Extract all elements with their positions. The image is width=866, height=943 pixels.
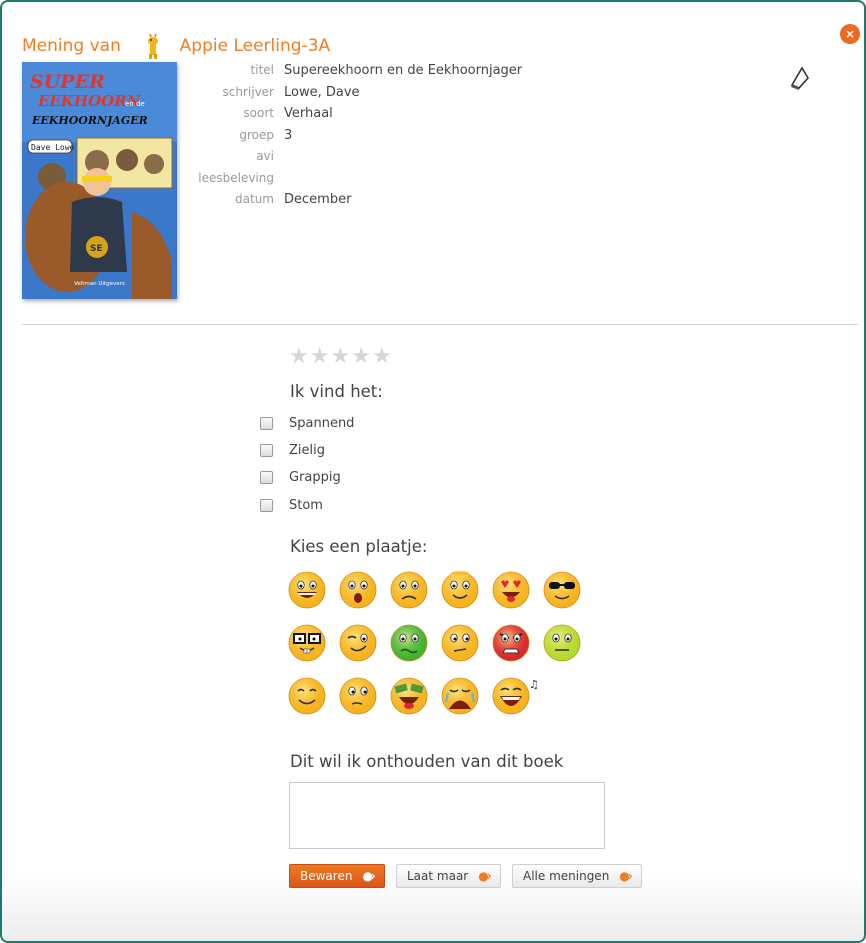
angry-face-icon[interactable] — [491, 623, 531, 663]
cancel-button-label: Laat maar — [407, 869, 469, 883]
cover-author: Dave Lowe — [31, 143, 75, 152]
meta-row-schrijver: schrijver Lowe, Dave — [192, 82, 522, 104]
save-button[interactable]: Bewaren ●› — [289, 864, 385, 888]
cover-publisher: Veltman Uitgevers — [74, 281, 125, 287]
star-icon[interactable]: ★ — [351, 344, 372, 369]
feeling-label: Stom — [289, 497, 323, 513]
save-button-label: Bewaren — [300, 869, 353, 883]
meta-label: leesbeleving — [198, 170, 274, 185]
nerd-face-icon[interactable] — [287, 623, 327, 663]
meta-row-leesbeleving: leesbeleving — [192, 168, 522, 190]
checkbox[interactable] — [260, 416, 273, 430]
meta-value: Verhaal — [284, 106, 333, 121]
meta-value: December — [284, 192, 352, 207]
meta-row-avi: avi — [192, 146, 522, 168]
star-icon[interactable]: ★ — [330, 344, 351, 369]
sick-face-icon[interactable] — [389, 623, 429, 663]
checkbox[interactable] — [260, 498, 273, 512]
arrow-right-icon: ●› — [478, 869, 491, 883]
checkbox[interactable] — [260, 470, 273, 484]
cover-title-small: en de — [125, 100, 145, 108]
meta-row-soort: soort Verhaal — [192, 103, 522, 125]
feeling-label: Grappig — [289, 469, 341, 485]
meta-row-datum: datum December — [192, 189, 522, 211]
feeling-label: Spannend — [289, 415, 355, 431]
checkbox[interactable] — [260, 443, 273, 457]
singing-face-icon[interactable]: ♫ — [491, 676, 539, 716]
worried-face-icon[interactable] — [389, 570, 429, 610]
student-name: Appie Leerling-3A — [179, 36, 331, 56]
remember-title: Dit wil ik onthouden van dit boek — [290, 752, 564, 771]
sunglasses-face-icon[interactable] — [542, 570, 582, 610]
feeling-option[interactable]: Spannend — [260, 414, 354, 432]
feelings-title: Ik vind het: — [290, 382, 383, 401]
angel-face-icon[interactable] — [440, 570, 480, 610]
book-cover: SUPER EEKHOORN en de EEKHOORNJAGER Dave … — [22, 62, 177, 299]
neutral-face-icon[interactable] — [542, 623, 582, 663]
cover-title-3: EEKHOORNJAGER — [31, 114, 148, 127]
cover-title-1: SUPER — [30, 71, 105, 93]
thinking-face-icon[interactable] — [338, 676, 378, 716]
all-opinions-button-label: Alle meningen — [523, 869, 610, 883]
book-details: titel Supereekhoorn en de Eekhoornjager sc… — [192, 60, 522, 211]
surprised-face-icon[interactable] — [338, 570, 378, 610]
meta-value: Lowe, Dave — [284, 84, 360, 100]
meta-row-titel: titel Supereekhoorn en de Eekhoornjager — [192, 60, 523, 82]
feeling-option[interactable]: Grappig — [260, 468, 341, 486]
meta-label: schrijver — [222, 84, 274, 99]
meta-label: titel — [250, 63, 274, 77]
dialog-frame: × Mening van Appie Leerling-3A SUPER EEK… — [0, 0, 866, 943]
meta-value: 3 — [284, 127, 293, 143]
crying-face-icon[interactable] — [440, 676, 480, 716]
laughing-face-icon[interactable] — [287, 570, 327, 610]
meta-label: avi — [256, 149, 274, 163]
feeling-label: Zielig — [289, 442, 325, 458]
pictures-title: Kies een plaatje: — [290, 537, 428, 556]
feeling-option[interactable]: Zielig — [260, 441, 325, 459]
cancel-button[interactable]: Laat maar ●› — [396, 864, 501, 888]
header-prefix: Mening van — [22, 36, 121, 56]
money-eyes-face-icon[interactable] — [389, 676, 429, 716]
meta-row-groep: groep 3 — [192, 125, 522, 147]
star-icon[interactable]: ★ — [289, 344, 310, 369]
giraffe-icon — [148, 33, 159, 59]
all-opinions-button[interactable]: Alle meningen ●› — [512, 864, 642, 888]
remember-textarea[interactable] — [289, 782, 605, 849]
feeling-option[interactable]: Stom — [260, 496, 323, 514]
arrow-right-icon: ●› — [362, 869, 375, 883]
heart-eyes-face-icon[interactable] — [491, 570, 531, 610]
music-note-icon: ♫ — [529, 678, 539, 691]
star-rating[interactable]: ★★★★★ — [289, 344, 393, 369]
meta-value: Supereekhoorn en de Eekhoornjager — [284, 63, 523, 78]
divider — [22, 324, 858, 325]
confused-face-icon[interactable] — [440, 623, 480, 663]
meta-label: soort — [243, 106, 274, 120]
dialog-header: Mening van Appie Leerling-3A — [22, 32, 330, 60]
smiling-face-icon[interactable] — [287, 676, 327, 716]
arrow-right-icon: ●› — [619, 869, 632, 883]
star-icon[interactable]: ★ — [310, 344, 331, 369]
winking-face-icon[interactable] — [338, 623, 378, 663]
cover-badge: SE — [90, 244, 103, 254]
star-icon[interactable]: ★ — [372, 344, 393, 369]
book-icon[interactable] — [788, 65, 810, 91]
meta-label: datum — [235, 192, 274, 206]
close-button[interactable]: × — [840, 24, 860, 44]
meta-label: groep — [239, 127, 274, 142]
